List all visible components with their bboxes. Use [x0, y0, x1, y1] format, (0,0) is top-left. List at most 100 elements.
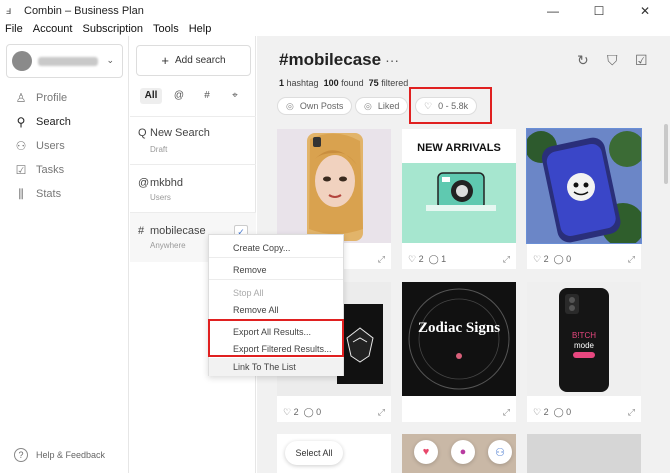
menu-account[interactable]: Account	[33, 23, 73, 35]
sidebar-item-label: Users	[36, 140, 65, 152]
search-item-new[interactable]: Q New Search Draft	[130, 116, 256, 164]
search-prefix-icon: Q	[138, 127, 147, 139]
sidebar-item-label: Search	[36, 116, 71, 128]
like-heart-icon[interactable]: ♥	[414, 440, 438, 464]
post-image: NEW ARRIVALS	[402, 129, 516, 243]
help-icon: ?	[14, 448, 28, 462]
sidebar-item-users[interactable]: ⚇ Users	[14, 138, 65, 154]
found-label: found	[341, 78, 364, 88]
refresh-icon[interactable]: ↻	[577, 52, 589, 69]
search-subtitle: Draft	[150, 145, 168, 154]
filtered-label: filtered	[381, 78, 409, 88]
menu-separator	[209, 257, 343, 258]
minimize-button[interactable]: —	[530, 0, 576, 22]
export-highlight-box	[208, 319, 344, 357]
tasks-icon: ☑	[15, 163, 27, 177]
sidebar-item-stats[interactable]: ⫼ Stats	[14, 186, 61, 202]
search-title: mobilecase	[150, 225, 206, 237]
found-count: 100	[323, 78, 339, 88]
select-icon[interactable]: ☑	[635, 52, 648, 69]
account-name-blurred	[38, 56, 98, 66]
sidebar-item-label: Tasks	[36, 164, 65, 176]
post-stats: ♡ 2 ◯ 0	[533, 407, 572, 417]
scrollbar[interactable]	[664, 124, 668, 184]
window-title: Combin – Business Plan	[24, 5, 144, 17]
search-title: New Search	[150, 127, 210, 139]
menu-item-remove-all[interactable]: Remove All	[233, 305, 279, 315]
search-subtitle: Anywhere	[150, 241, 186, 250]
users-icon: ⚇	[15, 139, 27, 153]
sidebar: ⌄ ♙ Profile ⚲ Search ⚇ Users ☑ Tasks ⫼ S…	[0, 36, 129, 473]
filter-users[interactable]: @	[168, 88, 190, 104]
menu-subscription[interactable]: Subscription	[82, 23, 143, 35]
result-stats: 1 hashtag 100 found 75 filtered	[279, 78, 408, 88]
filtered-count: 75	[368, 78, 379, 88]
follow-user-icon[interactable]: ⚇	[488, 440, 512, 464]
sidebar-item-profile[interactable]: ♙ Profile	[14, 90, 68, 106]
post-card[interactable]: NEW ARRIVALS ♡ 2 ◯ 1 ⤢	[402, 129, 516, 269]
highlight-box	[409, 87, 492, 124]
help-feedback-link[interactable]: ? Help & Feedback	[14, 448, 105, 462]
expand-icon[interactable]: ⤢	[628, 254, 635, 265]
filter-location[interactable]: ⌖	[224, 88, 246, 104]
expand-icon[interactable]: ⤢	[378, 407, 385, 418]
account-switcher[interactable]: ⌄	[6, 44, 123, 78]
close-button[interactable]: ✕	[622, 0, 668, 22]
search-icon: ⚲	[16, 115, 26, 129]
filter-all[interactable]: All	[140, 88, 162, 104]
menu-item-link-to-list[interactable]: Link To The List	[233, 362, 296, 372]
post-card[interactable]	[527, 434, 641, 473]
expand-icon[interactable]: ⤢	[378, 254, 385, 265]
search-title: mkbhd	[150, 177, 184, 189]
menu-item-stop-all: Stop All	[233, 288, 264, 298]
avatar	[12, 51, 32, 71]
plus-icon: +	[161, 53, 169, 68]
hashtag-label: hashtag	[286, 78, 319, 88]
post-card[interactable]: ♡ 2 ◯ 0 ⤢	[526, 128, 642, 269]
help-label: Help & Feedback	[36, 450, 106, 460]
chip-label: Own Posts	[299, 101, 344, 111]
post-image	[526, 128, 642, 244]
more-options-icon[interactable]: ···	[385, 52, 399, 68]
menu-file[interactable]: File	[5, 23, 23, 35]
card-caption: mode	[574, 341, 595, 350]
hashtag-title: #mobilecase	[279, 50, 382, 69]
select-all-button[interactable]: Select All	[285, 441, 343, 465]
post-card[interactable]: Zodiac Signs ⤢	[402, 282, 516, 422]
post-stats: ♡ 2 ◯ 1	[408, 254, 447, 264]
post-card[interactable]: B!TCH mode ♡ 2 ◯ 0 ⤢	[527, 282, 641, 422]
menu-bar: File Account Subscription Tools Help	[0, 22, 670, 36]
title-bar: ⅎ Combin – Business Plan — ☐ ✕	[0, 0, 670, 22]
maximize-button[interactable]: ☐	[576, 0, 622, 22]
menu-help[interactable]: Help	[189, 23, 212, 35]
filter-hashtags[interactable]: #	[196, 88, 218, 104]
card-caption: NEW ARRIVALS	[417, 142, 501, 154]
svg-text:B!TCH: B!TCH	[572, 331, 596, 340]
search-type-filters: All @ # ⌖	[140, 88, 252, 104]
post-image	[277, 129, 391, 243]
sidebar-item-tasks[interactable]: ☑ Tasks	[14, 162, 65, 178]
post-image: B!TCH mode	[527, 282, 641, 396]
chip-label: Liked	[377, 101, 400, 111]
chevron-down-icon: ⌄	[106, 55, 114, 65]
search-item-mkbhd[interactable]: @ mkbhd Users	[130, 164, 256, 212]
expand-icon[interactable]: ⤢	[503, 407, 510, 418]
person-icon: ♙	[15, 91, 27, 105]
menu-tools[interactable]: Tools	[153, 23, 179, 35]
add-search-button[interactable]: + Add search	[136, 45, 251, 76]
expand-icon[interactable]: ⤢	[503, 254, 510, 265]
comment-icon[interactable]: ●	[451, 440, 475, 464]
post-stats: ♡ 2 ◯ 0	[533, 254, 572, 264]
menu-separator	[209, 279, 343, 280]
own-posts-chip[interactable]: ◎ Own Posts	[277, 97, 353, 115]
sidebar-item-label: Stats	[36, 188, 62, 200]
menu-item-create-copy[interactable]: Create Copy...	[233, 243, 290, 253]
liked-chip[interactable]: ◎ Liked	[355, 97, 409, 115]
sidebar-item-search[interactable]: ⚲ Search	[14, 114, 71, 130]
hashtag-count: 1	[279, 78, 285, 88]
search-prefix-icon: #	[138, 225, 145, 237]
menu-item-remove[interactable]: Remove	[233, 265, 267, 275]
filter-icon[interactable]: ⛉	[607, 52, 618, 69]
eye-off-icon: ◎	[286, 100, 294, 111]
expand-icon[interactable]: ⤢	[628, 407, 635, 418]
